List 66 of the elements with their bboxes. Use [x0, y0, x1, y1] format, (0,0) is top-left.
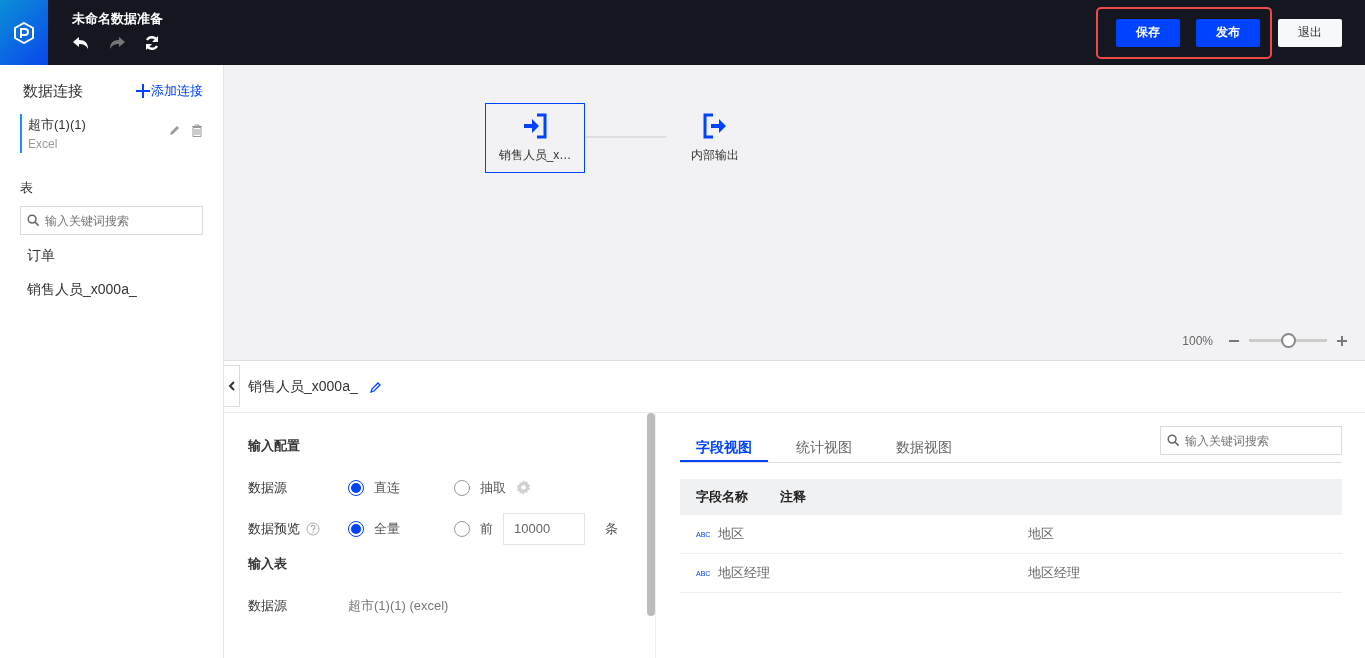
- radio-label: 全量: [374, 519, 400, 538]
- refresh-icon: [144, 35, 160, 51]
- flow-node[interactable]: 内部输出: [665, 103, 765, 173]
- search-field[interactable]: 输入关键词搜索: [1160, 426, 1342, 455]
- help-icon[interactable]: [306, 521, 320, 536]
- table-item[interactable]: 销售人员_x000a_: [20, 273, 203, 307]
- radio-button[interactable]: [454, 520, 470, 537]
- action-button[interactable]: 发布: [1196, 18, 1260, 47]
- unit-label: 条: [605, 519, 618, 538]
- edit-icon[interactable]: [169, 124, 181, 136]
- refresh-button[interactable]: [144, 35, 160, 51]
- section-title: 表: [20, 179, 34, 197]
- view-tab[interactable]: 统计视图: [780, 423, 868, 462]
- field-label: 数据预览: [248, 519, 300, 538]
- column-header: 注释: [780, 488, 806, 506]
- edit-icon[interactable]: [369, 380, 382, 393]
- radio-button[interactable]: [348, 520, 364, 537]
- add-connection-link[interactable]: 添加连接: [136, 82, 203, 100]
- count-field[interactable]: 10000: [503, 512, 585, 545]
- radio-label: 直连: [374, 478, 400, 497]
- field-value: 超市(1)(1) (excel): [348, 596, 449, 615]
- table-cell: 地区经理: [1028, 564, 1080, 582]
- collapse-button[interactable]: [224, 365, 240, 407]
- delete-icon[interactable]: [191, 124, 203, 137]
- field-label: 数据源: [248, 596, 287, 615]
- redo-icon: [108, 35, 126, 51]
- section-title: 输入配置: [248, 437, 301, 455]
- sign-in-icon: [522, 112, 548, 139]
- search-icon: [27, 214, 40, 227]
- radio-label: 前: [480, 519, 493, 538]
- undo-button[interactable]: [72, 35, 90, 51]
- slider-thumb[interactable]: [1281, 333, 1296, 348]
- undo-icon: [72, 35, 90, 51]
- exit-button[interactable]: 退出: [1278, 18, 1342, 47]
- node-label: 内部输出: [691, 146, 739, 164]
- column-header: 字段名称: [696, 488, 748, 506]
- scrollbar[interactable]: [647, 413, 655, 616]
- section-title: 输入表: [248, 555, 288, 573]
- table-item[interactable]: 订单: [20, 239, 203, 273]
- zoom-in-button[interactable]: [1337, 335, 1347, 346]
- search-field[interactable]: 输入关键词搜索: [20, 206, 203, 235]
- view-tab[interactable]: 数据视图: [880, 423, 968, 462]
- plus-icon: [136, 84, 150, 98]
- view-tab[interactable]: 字段视图: [680, 423, 768, 462]
- plus-icon: [1337, 335, 1347, 346]
- logo-icon: [13, 21, 35, 44]
- field-label: 数据源: [248, 478, 287, 497]
- connection-item[interactable]: 超市(1)(1) Excel: [20, 114, 203, 153]
- table-cell: 地区: [1028, 525, 1054, 543]
- node-label: 销售人员_x…: [498, 146, 572, 164]
- connection-name: 超市(1)(1): [28, 116, 87, 134]
- radio-label: 抽取: [480, 478, 506, 497]
- document-title: 未命名数据准备: [72, 10, 164, 28]
- panel-title: 销售人员_x000a_: [248, 377, 358, 396]
- search-icon: [1167, 434, 1180, 447]
- action-button[interactable]: 保存: [1116, 18, 1180, 47]
- sign-out-icon: [702, 112, 728, 139]
- table-cell: 地区经理: [718, 564, 771, 582]
- radio-button[interactable]: [454, 479, 470, 496]
- connection-type: Excel: [28, 137, 59, 151]
- section-title: 数据连接: [22, 81, 83, 101]
- table-cell: 地区: [718, 525, 745, 543]
- flow-node[interactable]: 销售人员_x…: [485, 103, 585, 173]
- radio-button[interactable]: [348, 479, 364, 496]
- chevron-left-icon: [228, 381, 235, 391]
- zoom-reading: 100%: [1182, 333, 1213, 348]
